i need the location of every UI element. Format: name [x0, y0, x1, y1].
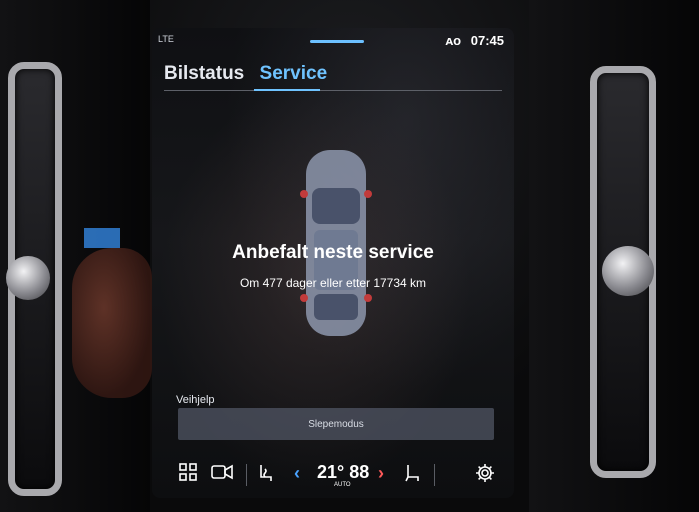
apps-grid-icon[interactable] [178, 462, 198, 482]
service-subtitle: Om 477 dager eller etter 17734 km [239, 276, 427, 290]
hand-reflection [72, 248, 152, 398]
bar-separator [246, 464, 247, 486]
seat-heat-icon[interactable] [256, 462, 276, 484]
left-vent-knob [6, 256, 50, 300]
status-indicator: ᴀᴏ [445, 33, 462, 48]
top-pull-handle[interactable] [310, 40, 364, 43]
service-title: Anbefalt neste service [232, 242, 434, 263]
active-tab-indicator [254, 89, 320, 91]
seat-icon[interactable] [402, 462, 422, 484]
climate-mode-label: AUTO [334, 482, 351, 488]
camera-icon[interactable] [210, 462, 234, 482]
clock: 07:45 [470, 33, 504, 48]
tab-bilstatus[interactable]: Bilstatus [164, 63, 244, 85]
tow-mode-button[interactable]: Slepemodus [178, 408, 494, 440]
settings-icon[interactable] [474, 462, 496, 484]
right-vent-knob [602, 246, 654, 296]
reflection-strip [84, 228, 120, 248]
center-display: LTE ᴀᴏ 07:45 Bilstatus Service Anbefalt … [152, 28, 514, 498]
bar-separator [434, 464, 435, 486]
temperature-readout[interactable]: 21° 88 [317, 462, 369, 483]
tab-bar: Bilstatus Service [164, 63, 337, 85]
signal-indicator: LTE [158, 34, 174, 44]
tab-divider [164, 89, 502, 91]
tab-service[interactable]: Service [260, 63, 328, 85]
climate-bar: ‹ 21° 88 AUTO › [152, 450, 514, 498]
status-bar: LTE ᴀᴏ 07:45 [152, 28, 514, 52]
chevron-right-icon[interactable]: › [374, 462, 388, 484]
roadside-assist-label: Veihjelp [176, 394, 215, 406]
chevron-left-icon[interactable]: ‹ [290, 462, 304, 484]
